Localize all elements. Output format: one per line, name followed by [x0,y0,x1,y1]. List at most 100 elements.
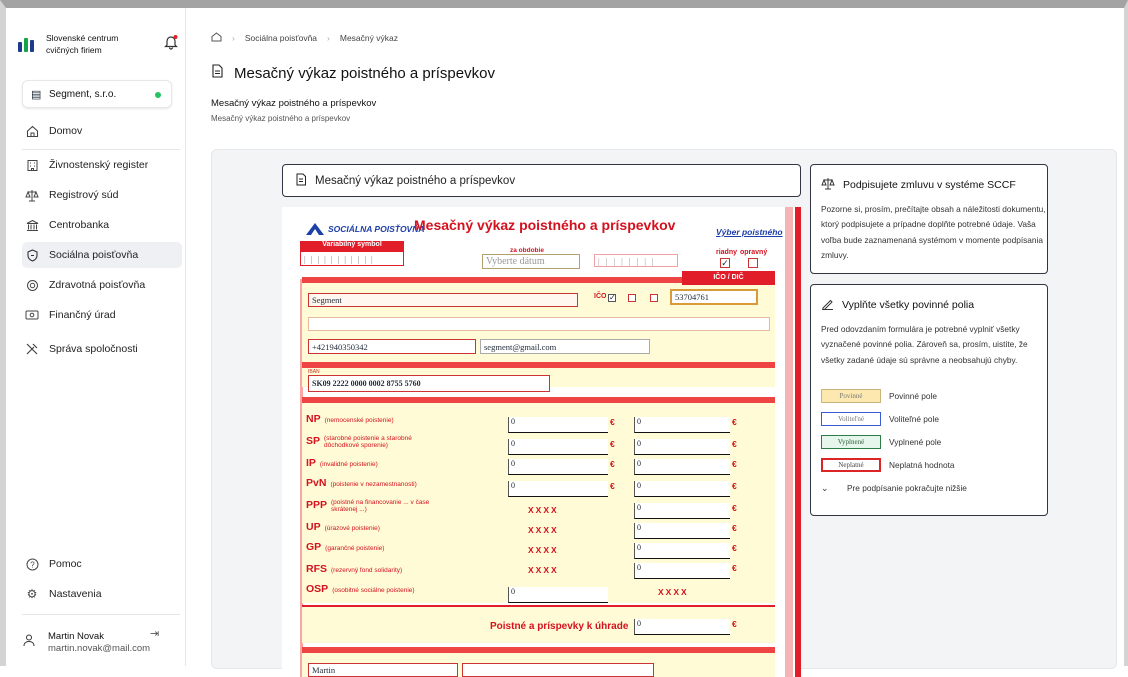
ppp-na: XXXX [528,505,559,515]
company-icon: ▤ [31,89,42,101]
osp-base-field[interactable]: 0 [508,587,608,603]
nav-label: Centrobanka [49,219,110,231]
euro-sign: € [732,439,737,449]
pencil-icon [821,297,834,313]
osp-na: XXXX [658,587,689,597]
euro-sign: € [732,481,737,491]
section-title: Mesačný výkaz poistného a príspevkov [211,98,377,109]
legend-invalid: Neplatné Neplatná hodnota [821,458,955,472]
nav-item-nastavenia[interactable]: ⚙ Nastavenia [22,581,182,607]
np-base-field[interactable]: 0 [508,417,608,433]
user-profile[interactable]: Martin Novak martin.novak@mail.com ⇥ [22,623,182,663]
nav-item-centrobanka[interactable]: Centrobanka [22,212,182,238]
org-name-line1: Slovenské centrum [46,33,119,43]
nav-label: Živnostenský register [49,159,149,171]
nav-item-zdravotna-postovna[interactable]: Zdravotná poisťovňa [22,272,182,298]
up-premium-field[interactable]: 0 [634,523,730,539]
svg-text:?: ? [30,560,35,569]
ip-premium-field[interactable]: 0 [634,459,730,475]
code-field[interactable]: |||||||| [594,254,678,267]
help-icon: ? [22,558,42,571]
fill-card-text: Pred odovzdaním formulára je potrebné vy… [821,324,1028,365]
ico-checkbox[interactable]: ✓ [608,294,616,302]
row-pvn: PvN (poistenie v nezamestnanosti) [306,477,417,489]
nav-item-socialna-postovna[interactable]: Sociálna poisťovňa [22,242,182,268]
total-field[interactable]: 0 [634,619,730,635]
company-selector[interactable]: ▤ Segment, s.r.o. [22,80,172,108]
ico-label: IČO [594,293,607,300]
legend-required: Povinné Povinné pole [821,389,937,403]
contact-surname-field[interactable] [462,663,654,677]
legend-label: Voliteľné pole [889,414,939,424]
select-premium-link[interactable]: Výber poistného [716,227,783,237]
gp-premium-field[interactable]: 0 [634,543,730,559]
sp-logo: SOCIÁLNA POISŤOVŇA [306,223,425,235]
divider [22,149,180,150]
tools-icon [22,342,42,356]
legend-label: Povinné pole [889,391,937,401]
form-card-header: Mesačný výkaz poistného a príspevkov [282,164,801,197]
legend-label: Vyplnené pole [889,437,942,447]
ico-field[interactable]: 53704761 [670,289,758,305]
period-date-picker[interactable]: Vyberte dátum [482,254,580,269]
euro-sign: € [732,459,737,469]
nav-label: Zdravotná poisťovňa [49,279,146,291]
regular-checkbox[interactable]: ✓ [720,258,730,268]
euro-sign: € [610,481,615,491]
nav-item-pomoc[interactable]: ? Pomoc [22,551,182,577]
euro-sign: € [732,619,737,629]
home-icon[interactable] [211,32,222,44]
bell-icon[interactable] [164,34,178,50]
variable-symbol-field[interactable]: ||||||||||| [300,251,404,266]
bank-icon [22,219,42,232]
sccf-logo [18,36,36,54]
health-icon [22,279,42,292]
divider [22,614,180,615]
iban-field[interactable]: SK09 2222 0000 0002 8755 5760 [308,375,550,392]
ppp-premium-field[interactable]: 0 [634,503,730,519]
total-label: Poistné a príspevky k úhrade [490,621,629,632]
form-title: Mesačný výkaz poistného a príspevkov [414,217,676,233]
logout-icon[interactable]: ⇥ [150,627,159,640]
user-avatar-icon [22,633,36,650]
email-field[interactable]: segment@gmail.com [480,339,650,354]
main-content: › Sociálna poisťovňa › Mesačný výkaz Mes… [187,8,1124,677]
other-checkbox[interactable] [650,294,658,302]
row-ip: IP (invalidné poistenie) [306,457,378,469]
np-premium-field[interactable]: 0 [634,417,730,433]
phone-field[interactable]: +421940350342 [308,339,476,354]
breadcrumb-separator-icon: › [327,33,330,43]
ip-base-field[interactable]: 0 [508,459,608,475]
nav-item-registrovy-sud[interactable]: Registrový súd [22,182,182,208]
page-title: Mesačný výkaz poistného a príspevkov [211,64,495,82]
company-name-field[interactable]: Segment [308,293,578,307]
nav-item-zivnostensky-register[interactable]: Živnostenský register [22,152,182,178]
breadcrumb-item[interactable]: Sociálna poisťovňa [245,33,317,43]
pvn-base-field[interactable]: 0 [508,481,608,497]
chevrons-down-icon: ⌄ [821,482,829,493]
nav-label: Domov [49,125,83,137]
rfs-premium-field[interactable]: 0 [634,563,730,579]
nav-item-domov[interactable]: Domov [22,118,182,144]
continue-hint: ⌄ Pre podpísanie pokračujte nižšie [821,481,967,495]
pvn-premium-field[interactable]: 0 [634,481,730,497]
nav-label: Nastavenia [49,588,102,600]
regular-label: riadny [716,249,738,256]
user-email: martin.novak@mail.com [48,643,151,654]
nav-item-financny-urad[interactable]: Finančný úrad [22,302,182,328]
section-bar [302,397,775,403]
dic-checkbox[interactable] [628,294,636,302]
document-icon [211,64,224,82]
row-np: NP (nemocenské poistenie) [306,413,394,425]
correction-checkbox[interactable] [748,258,758,268]
document-edge [785,207,793,677]
sp-premium-field[interactable]: 0 [634,439,730,455]
nav-item-sprava-spolocnosti[interactable]: Správa spoločnosti [22,336,182,362]
legend-swatch: Neplatné [821,458,881,472]
legend-label: Neplatná hodnota [889,460,955,470]
address-field[interactable] [308,317,770,331]
sign-info-card: Podpisujete zmluvu v systéme SCCF Pozorn… [810,164,1048,274]
contact-name-field[interactable]: Martin [308,663,458,677]
sp-base-field[interactable]: 0 [508,439,608,455]
breadcrumb-item: Mesačný výkaz [339,33,398,43]
